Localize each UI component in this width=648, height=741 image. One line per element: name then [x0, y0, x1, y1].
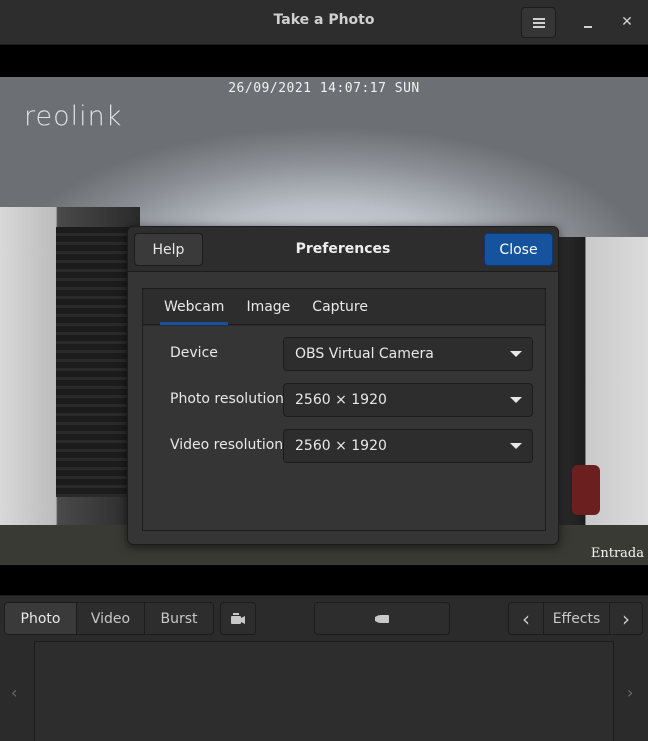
photo-resolution-row: Photo resolution 2560 × 1920 [143, 383, 545, 417]
switch-camera-icon [231, 612, 245, 624]
camera-location-label: Entrada [590, 546, 644, 561]
camera-shoot-icon [375, 614, 389, 623]
minimize-icon [584, 26, 592, 28]
shoot-button[interactable] [314, 602, 450, 635]
close-icon: ✕ [621, 14, 633, 30]
menu-button[interactable] [521, 7, 556, 38]
thumbnails-next-icon[interactable]: › [627, 683, 633, 702]
switch-camera-button[interactable] [220, 602, 256, 635]
tab-webcam[interactable]: Webcam [153, 289, 235, 325]
hamburger-menu-icon [532, 17, 545, 28]
mode-switcher: Photo Video Burst [4, 602, 214, 635]
window-close-button[interactable]: ✕ [613, 8, 641, 36]
photo-resolution-dropdown[interactable]: 2560 × 1920 [283, 383, 533, 417]
video-resolution-row: Video resolution 2560 × 1920 [143, 429, 545, 463]
photo-mode-button[interactable]: Photo [5, 603, 77, 634]
scene-wall-right [558, 237, 648, 565]
camera-timestamp: 26/09/2021 14:07:17 SUN [228, 81, 420, 96]
dropdown-arrow-icon [510, 351, 522, 357]
effects-next-button[interactable]: › [610, 603, 642, 634]
thumbnails-prev-icon[interactable]: ‹ [11, 683, 17, 702]
preferences-dialog: Help Preferences Close Webcam Image Capt… [127, 226, 559, 545]
video-resolution-label: Video resolution [170, 437, 284, 453]
scene-red-object [572, 465, 600, 515]
tab-bar: Webcam Image Capture [143, 289, 545, 325]
device-label: Device [170, 345, 218, 361]
chevron-right-icon: › [622, 606, 630, 631]
dialog-header: Help Preferences Close [128, 227, 558, 272]
photo-resolution-value: 2560 × 1920 [295, 392, 387, 408]
burst-mode-button[interactable]: Burst [145, 603, 213, 634]
effects-prev-button[interactable]: ‹ [509, 603, 544, 634]
device-row: Device OBS Virtual Camera [143, 337, 545, 371]
header-bar: Take a Photo ✕ [0, 0, 648, 45]
thumbnail-strip: ‹ › [0, 641, 648, 741]
device-dropdown[interactable]: OBS Virtual Camera [283, 337, 533, 371]
dialog-close-button[interactable]: Close [484, 233, 553, 266]
video-resolution-value: 2560 × 1920 [295, 438, 387, 454]
thumbnail-area [34, 641, 614, 741]
device-value: OBS Virtual Camera [295, 346, 434, 362]
dropdown-arrow-icon [510, 443, 522, 449]
bottom-toolbar: Photo Video Burst ‹ Effects › [0, 595, 648, 641]
preferences-notebook: Webcam Image Capture Device OBS Virtual … [142, 288, 546, 531]
effects-group: ‹ Effects › [508, 602, 643, 635]
webcam-tab-page: Device OBS Virtual Camera Photo resoluti… [143, 326, 545, 530]
chevron-left-icon: ‹ [522, 606, 530, 631]
effects-button[interactable]: Effects [544, 603, 610, 634]
photo-resolution-label: Photo resolution [170, 391, 284, 407]
tab-capture[interactable]: Capture [301, 289, 379, 325]
video-resolution-dropdown[interactable]: 2560 × 1920 [283, 429, 533, 463]
camera-logo: reolink [24, 101, 123, 132]
minimize-button[interactable] [574, 8, 602, 36]
video-mode-button[interactable]: Video [77, 603, 145, 634]
dropdown-arrow-icon [510, 397, 522, 403]
tab-image[interactable]: Image [235, 289, 301, 325]
